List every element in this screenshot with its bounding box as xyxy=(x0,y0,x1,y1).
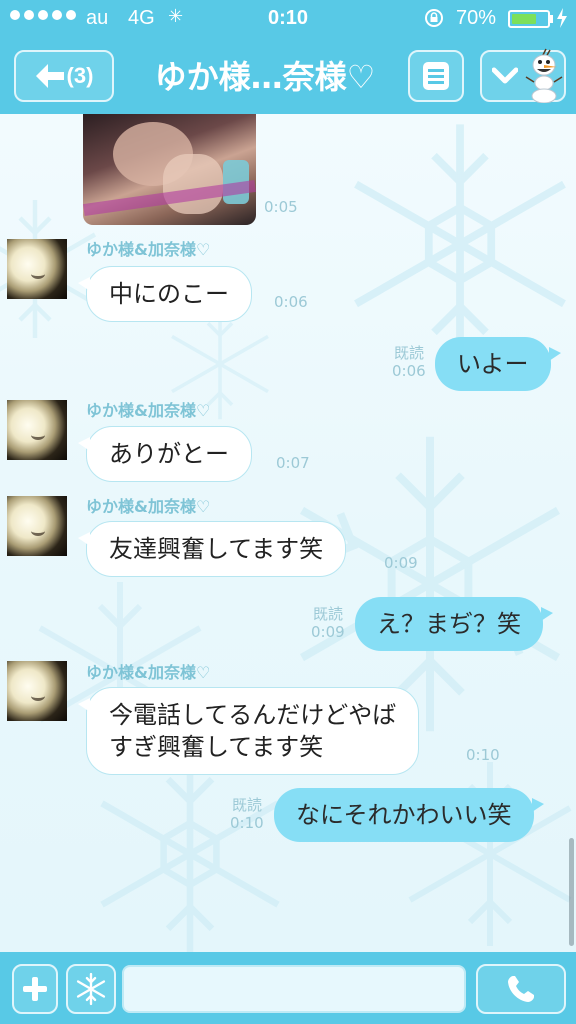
sender-name: ゆか様&加奈様♡ xyxy=(86,240,211,259)
message-bubble[interactable]: え？まぢ？笑 xyxy=(355,597,553,651)
sender-name: ゆか様&加奈様♡ xyxy=(86,497,211,516)
message-bubble[interactable]: ありがとー xyxy=(78,426,252,482)
unread-count: (3) xyxy=(66,63,94,88)
add-button[interactable] xyxy=(12,964,58,1014)
message-text: ありがとー xyxy=(109,440,229,468)
message-bubble[interactable]: 今電話してるんだけどやば すぎ興奮してます笑 xyxy=(77,687,420,775)
chevron-down-icon xyxy=(492,67,518,84)
arrow-left-icon xyxy=(35,64,64,88)
message-time: 0:10 xyxy=(230,814,264,832)
message-text: 中にのこー xyxy=(109,280,229,308)
menu-button[interactable] xyxy=(408,50,464,102)
avatar[interactable] xyxy=(7,496,67,556)
snowman-icon xyxy=(525,48,563,103)
expand-button[interactable] xyxy=(480,48,566,103)
plus-icon xyxy=(23,977,47,1001)
sender-name: ゆか様&加奈様♡ xyxy=(86,663,211,682)
phone-icon xyxy=(508,976,534,1002)
message-bubble[interactable]: 友達興奮してます笑 xyxy=(77,521,347,577)
message-input[interactable] xyxy=(122,965,466,1013)
message-bubble[interactable]: いよー xyxy=(435,337,561,391)
snowflake-decoration-icon xyxy=(354,124,566,364)
sticker-button[interactable] xyxy=(66,964,116,1014)
message-text-line: すぎ興奮してます笑 xyxy=(109,733,324,761)
rotation-lock-icon xyxy=(425,9,443,27)
read-receipt: 既読 xyxy=(232,796,263,814)
message-time: 0:09 xyxy=(384,554,418,572)
read-receipt: 既読 xyxy=(394,344,425,362)
chat-header: (3) ゆか様…奈様♡ xyxy=(0,38,576,114)
chat-area[interactable]: 0:05 ゆか様&加奈様♡ 中にのこー 0:06 既読 0:06 いよー ゆか様… xyxy=(0,114,576,952)
message-time: 0:09 xyxy=(311,623,345,641)
message-text: なにそれかわいい笑 xyxy=(296,801,512,829)
chat-title: ゆか様…奈様♡ xyxy=(154,58,376,96)
status-bar: au 4G ✳ 0:10 70% xyxy=(0,0,576,38)
message-time: 0:07 xyxy=(276,454,310,472)
scrollbar[interactable] xyxy=(569,838,574,946)
battery-fill xyxy=(512,14,536,24)
read-receipt: 既読 xyxy=(313,605,344,623)
call-button[interactable] xyxy=(476,964,566,1014)
message-time: 0:10 xyxy=(466,746,500,764)
message-text: 友達興奮してます笑 xyxy=(109,535,324,563)
avatar[interactable] xyxy=(7,239,67,299)
message-text: いよー xyxy=(457,350,529,378)
message-text-line: 今電話してるんだけどやば xyxy=(109,701,397,729)
list-icon xyxy=(423,62,449,90)
message-time: 0:05 xyxy=(264,198,298,216)
battery-tip xyxy=(550,15,553,23)
snowflake-decoration-icon xyxy=(408,762,572,946)
message-time: 0:06 xyxy=(392,362,426,380)
sender-name: ゆか様&加奈様♡ xyxy=(86,401,211,420)
message-bubble[interactable]: 中にのこー xyxy=(78,266,252,322)
message-text: え？まぢ？笑 xyxy=(377,610,521,638)
message-bubble[interactable]: なにそれかわいい笑 xyxy=(274,788,544,842)
photo-message[interactable] xyxy=(83,114,256,225)
battery-icon xyxy=(508,10,550,28)
snowflake-icon xyxy=(76,972,106,1006)
back-button[interactable]: (3) xyxy=(14,50,114,102)
input-bar xyxy=(0,952,576,1024)
avatar[interactable] xyxy=(7,661,67,721)
message-time: 0:06 xyxy=(274,293,308,311)
snowflake-decoration-icon xyxy=(100,752,280,952)
charging-bolt-icon xyxy=(557,8,567,28)
battery-percent: 70% xyxy=(456,7,497,29)
avatar[interactable] xyxy=(7,400,67,460)
